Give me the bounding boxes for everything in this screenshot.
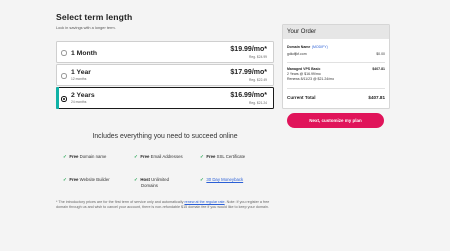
domain-price: $0.00 bbox=[376, 52, 385, 56]
modify-link[interactable]: (MODIFY) bbox=[312, 45, 328, 49]
term-option-2-years[interactable]: 2 Years 24 months $16.99/mo* Reg. $21.24 bbox=[56, 87, 274, 109]
feature-website-builder: ✓ Free Website Builder bbox=[63, 177, 110, 182]
divider bbox=[287, 88, 385, 89]
feature-ssl: ✓ Free SSL Certificate bbox=[200, 154, 246, 159]
check-icon: ✓ bbox=[134, 177, 138, 182]
moneyback-link[interactable]: 30 Day Moneyback bbox=[206, 177, 243, 182]
domain-name-label: Domain Name (MODIFY) bbox=[287, 45, 328, 49]
term-price: $17.99/mo* bbox=[230, 69, 267, 77]
check-icon: ✓ bbox=[200, 154, 204, 159]
plan-renewal: Renews 8/11/23 @ $21.24/mo bbox=[287, 77, 335, 81]
page-title: Select term length bbox=[56, 12, 133, 22]
term-name: 1 Month bbox=[71, 49, 98, 57]
check-icon: ✓ bbox=[63, 177, 67, 182]
check-icon: ✓ bbox=[63, 154, 67, 159]
term-name: 1 Year bbox=[71, 69, 91, 76]
term-months: 24 months bbox=[71, 100, 87, 105]
check-icon: ✓ bbox=[134, 154, 138, 159]
term-price: $16.99/mo* bbox=[230, 92, 267, 100]
term-regular-price: Reg. $22.49 bbox=[249, 78, 267, 83]
term-months: 12 months bbox=[71, 77, 87, 82]
check-icon: ✓ bbox=[200, 177, 204, 182]
renew-rate-link[interactable]: renew at the regular rate bbox=[184, 200, 224, 204]
feature-unlimited-domains: ✓ Host Unlimited Domains bbox=[134, 177, 170, 188]
term-option-1-month[interactable]: 1 Month $19.99/mo* Reg. $24.99 bbox=[56, 41, 274, 63]
plan-price: $407.81 bbox=[372, 67, 385, 71]
includes-heading: Includes everything you need to succeed … bbox=[92, 133, 238, 140]
term-option-1-year[interactable]: 1 Year 12 months $17.99/mo* Reg. $22.49 bbox=[56, 64, 274, 86]
order-title: Your Order bbox=[283, 25, 389, 39]
domain-value: gdkdfjkf.com bbox=[287, 52, 307, 56]
term-regular-price: Reg. $24.99 bbox=[249, 55, 267, 60]
current-total-value: $407.81 bbox=[368, 95, 385, 100]
feature-email: ✓ Free Email Addresses bbox=[134, 154, 183, 159]
plan-name: Managed VPS Basic bbox=[287, 67, 321, 71]
feature-domain: ✓ Free Domain name bbox=[63, 154, 107, 159]
plan-term: 2 Years @ $16.99/mo bbox=[287, 72, 321, 76]
term-price: $19.99/mo* bbox=[230, 46, 267, 54]
divider bbox=[287, 62, 385, 63]
radio-icon[interactable] bbox=[61, 50, 67, 56]
page-subtitle: Lock in savings with a longer term. bbox=[56, 25, 116, 30]
radio-selected-icon[interactable] bbox=[61, 96, 67, 102]
term-name: 2 Years bbox=[71, 92, 95, 99]
feature-moneyback: ✓ 30 Day Moneyback bbox=[200, 177, 243, 183]
term-selection: Select term length Lock in savings with … bbox=[56, 12, 274, 30]
current-total-label: Current Total bbox=[287, 95, 316, 100]
pricing-footnote: * The introductory prices are for the fi… bbox=[56, 200, 270, 210]
radio-icon[interactable] bbox=[61, 73, 67, 79]
term-regular-price: Reg. $21.24 bbox=[249, 101, 267, 106]
order-summary: Your Order Domain Name (MODIFY) gdkdfjkf.… bbox=[282, 24, 390, 109]
next-customize-button[interactable]: Next, customize my plan bbox=[287, 113, 384, 128]
